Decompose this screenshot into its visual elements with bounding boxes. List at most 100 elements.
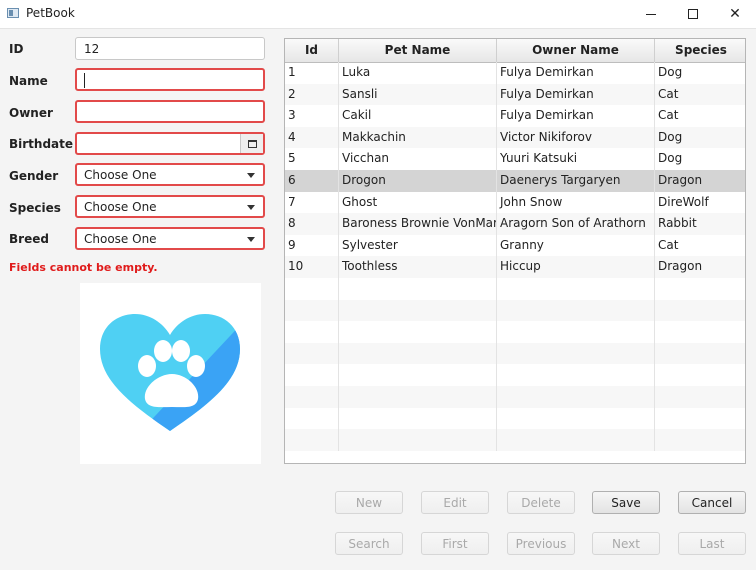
new-button[interactable]: New [335, 491, 403, 514]
owner-field[interactable] [75, 100, 265, 123]
table-cell [285, 364, 339, 386]
table-row[interactable]: 7 Ghost John Snow DireWolf [285, 191, 745, 214]
pet-image [80, 283, 261, 464]
table-cell: Yuuri Katsuki [497, 148, 655, 170]
label-gender: Gender [9, 169, 59, 183]
table-cell [339, 321, 497, 343]
text-caret [84, 73, 85, 88]
minimize-icon [646, 13, 656, 15]
table-row[interactable]: 8Baroness Brownie VonMarsh...Aragorn Son… [285, 213, 745, 235]
label-birthdate: Birthdate [9, 137, 74, 151]
table-cell: 6 [285, 170, 339, 192]
empty-table-row [285, 278, 745, 300]
table-cell: Fulya Demirkan [497, 105, 655, 127]
edit-button[interactable]: Edit [421, 491, 489, 514]
table-cell [285, 429, 339, 451]
empty-table-row [285, 342, 745, 365]
table-cell: Luka [339, 62, 497, 84]
paw-heart-icon [100, 314, 240, 431]
table-row[interactable]: 1 Luka Fulya Demirkan Dog [285, 62, 745, 84]
last-button[interactable]: Last [678, 532, 746, 555]
column-header-pet-name[interactable]: Pet Name [339, 39, 497, 62]
first-button[interactable]: First [421, 532, 489, 555]
species-select[interactable]: Choose One [75, 195, 265, 218]
column-header-id[interactable]: Id [285, 39, 339, 62]
table-row[interactable]: 2 Sansli Fulya Demirkan Cat [285, 83, 745, 106]
table-cell [339, 299, 497, 322]
table-cell [655, 300, 745, 322]
table-row[interactable]: 3 Cakil Fulya Demirkan Cat [285, 105, 745, 127]
table-cell: 9 [285, 234, 339, 257]
table-cell [497, 364, 655, 386]
table-row[interactable]: 5 Vicchan Yuuri Katsuki Dog [285, 148, 745, 170]
search-button[interactable]: Search [335, 532, 403, 555]
table-cell: Victor Nikiforov [497, 126, 655, 149]
table-cell: Cat [658, 86, 679, 101]
minimize-button[interactable] [628, 0, 674, 28]
table-cell [285, 299, 339, 322]
table-cell: Dragon [658, 259, 703, 274]
delete-button[interactable]: Delete [507, 491, 575, 514]
table-cell: Hiccup [497, 256, 655, 278]
table-row[interactable]: 9 Sylvester Granny Cat [285, 234, 745, 257]
date-picker-button[interactable] [240, 134, 263, 153]
gender-value: Choose One [84, 168, 157, 182]
table-header: Id Pet Name Owner Name Species [285, 39, 745, 63]
table-cell [339, 278, 497, 300]
table-cell [285, 342, 339, 365]
column-header-species[interactable]: Species [655, 39, 745, 62]
name-field[interactable] [75, 68, 265, 91]
error-message: Fields cannot be empty. [9, 261, 158, 274]
table-cell: Cakil [339, 105, 497, 127]
table-cell [285, 278, 339, 300]
table-cell [655, 408, 745, 430]
table-cell: 10 [285, 256, 339, 278]
table-cell [655, 343, 745, 365]
breed-select[interactable]: Choose One [75, 227, 265, 250]
label-breed: Breed [9, 232, 49, 246]
table-cell [497, 299, 655, 322]
table-cell: Ghost [339, 191, 497, 214]
previous-button[interactable]: Previous [507, 532, 575, 555]
close-button[interactable]: ✕ [712, 0, 756, 28]
table-cell: 7 [285, 191, 339, 214]
table-cell: John Snow [497, 191, 655, 214]
table-cell: 1 [285, 62, 339, 84]
table-cell: Cat [658, 108, 679, 123]
table-cell: Daenerys Targaryen [497, 170, 655, 192]
calendar-icon [247, 139, 257, 148]
table-cell [655, 364, 745, 386]
save-button[interactable]: Save [592, 491, 660, 514]
label-species: Species [9, 201, 61, 215]
table-row[interactable]: 4 Makkachin Victor Nikiforov Dog [285, 126, 745, 149]
next-button[interactable]: Next [592, 532, 660, 555]
chevron-down-icon [247, 237, 255, 242]
table-cell: 4 [285, 126, 339, 149]
column-header-owner-name[interactable]: Owner Name [497, 39, 655, 62]
table-cell: 8 [285, 213, 339, 235]
table-row[interactable]: 10 Toothless Hiccup Dragon [285, 256, 745, 278]
id-field[interactable]: 12 [75, 37, 265, 60]
table-cell: 3 [285, 105, 339, 127]
gender-select[interactable]: Choose One [75, 163, 265, 186]
table-cell [285, 386, 339, 408]
table-cell [655, 429, 745, 451]
birthdate-field[interactable] [75, 132, 265, 155]
cancel-button[interactable]: Cancel [678, 491, 746, 514]
table-cell: Dog [658, 129, 683, 144]
table-row[interactable]: 6 Drogon Daenerys Targaryen Dragon [285, 170, 745, 192]
empty-table-row [285, 386, 745, 408]
table-cell: Dog [658, 151, 683, 166]
table-cell [339, 407, 497, 430]
table-cell [285, 407, 339, 430]
pets-table[interactable]: Id Pet Name Owner Name Species 1 Luka Fuly… [284, 38, 746, 464]
table-cell [497, 429, 655, 451]
table-cell: Toothless [339, 256, 497, 278]
label-owner: Owner [9, 106, 53, 120]
table-cell [497, 386, 655, 408]
chevron-down-icon [247, 205, 255, 210]
empty-table-row [285, 299, 745, 322]
maximize-button[interactable] [670, 0, 716, 28]
app-icon [7, 8, 19, 18]
breed-value: Choose One [84, 232, 157, 246]
